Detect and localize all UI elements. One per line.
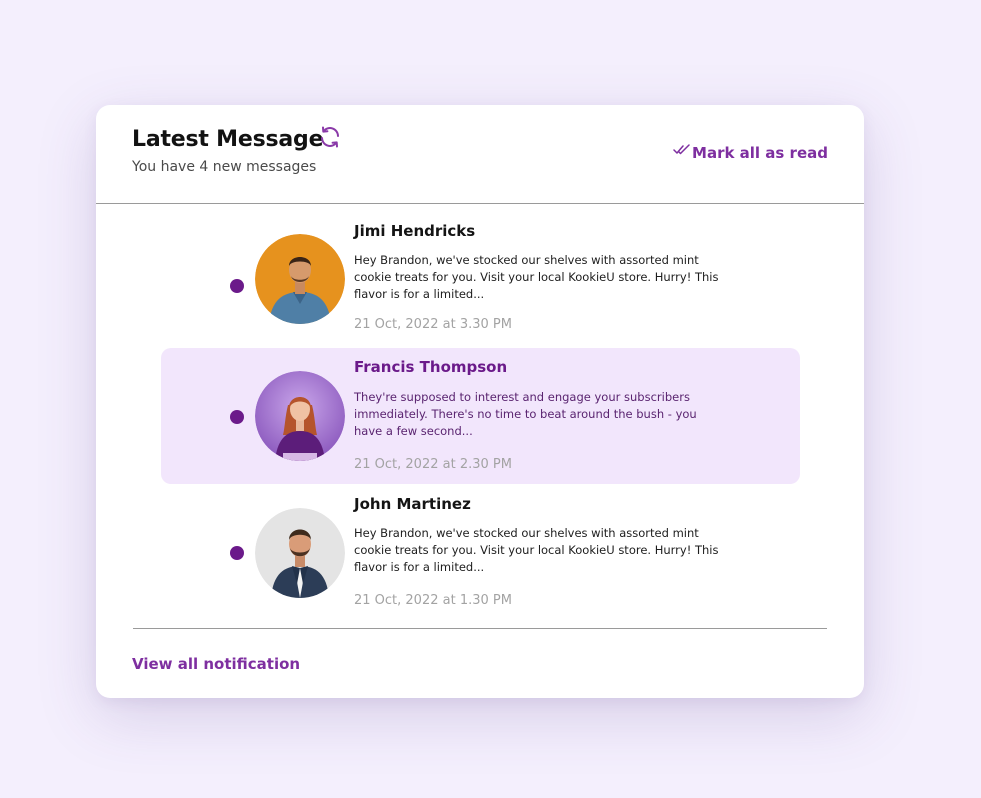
view-all-notification-link[interactable]: View all notification [132, 655, 300, 673]
unread-dot [230, 279, 244, 293]
message-count-subtitle: You have 4 new messages [132, 159, 317, 175]
avatar [255, 508, 345, 598]
refresh-icon[interactable] [318, 125, 342, 149]
mark-all-read-label: Mark all as read [692, 144, 828, 162]
message-preview: Hey Brandon, we've stocked our shelves w… [354, 526, 719, 574]
header-divider [96, 203, 864, 204]
message-preview: Hey Brandon, we've stocked our shelves w… [354, 253, 719, 301]
notification-card: Latest Message You have 4 new messages M… [96, 105, 864, 698]
avatar [255, 234, 345, 324]
message-preview: They're supposed to interest and engage … [354, 390, 697, 438]
double-check-icon [673, 144, 690, 155]
sender-name: Francis Thompson [354, 358, 508, 376]
message-item-john-martinez[interactable]: John Martinez Hey Brandon, we've stocked… [161, 485, 800, 621]
avatar [255, 371, 345, 461]
footer-divider [133, 628, 827, 629]
message-timestamp: 21 Oct, 2022 at 3.30 PM [354, 317, 512, 332]
sender-name: Jimi Hendricks [354, 222, 476, 240]
card-title: Latest Message [132, 127, 324, 152]
message-timestamp: 21 Oct, 2022 at 1.30 PM [354, 593, 512, 608]
message-item-francis-thompson[interactable]: Francis Thompson They're supposed to int… [161, 348, 800, 484]
sender-name: John Martinez [354, 495, 471, 513]
message-item-jimi-hendricks[interactable]: Jimi Hendricks Hey Brandon, we've stocke… [161, 212, 800, 348]
message-timestamp: 21 Oct, 2022 at 2.30 PM [354, 457, 512, 472]
mark-all-read-button[interactable]: Mark all as read [673, 144, 828, 162]
unread-dot [230, 410, 244, 424]
unread-dot [230, 546, 244, 560]
